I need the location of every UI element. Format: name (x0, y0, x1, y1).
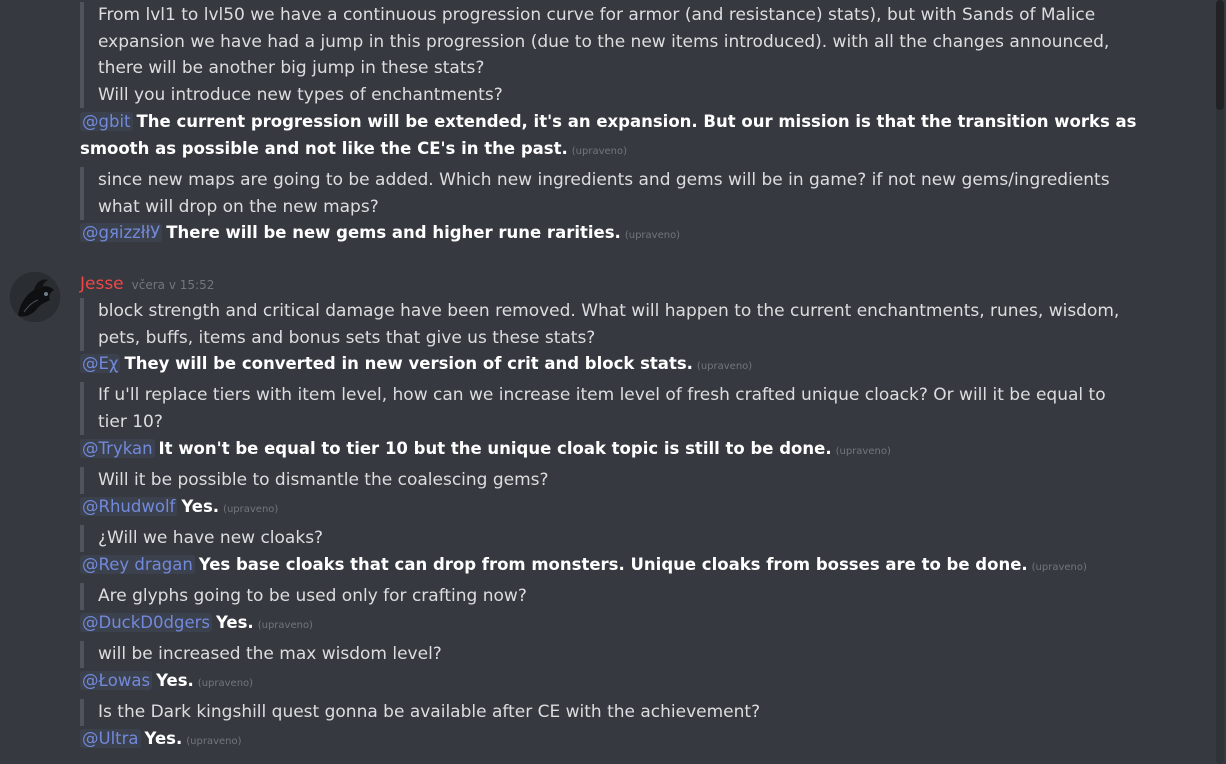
answer-text: They will be converted in new version of… (124, 354, 693, 373)
reply-line: @Ultra Yes. (upraveno) (80, 726, 242, 756)
blockquote: ¿Will we have new cloaks? (80, 525, 323, 552)
answer-text: Yes. (215, 613, 254, 632)
user-mention[interactable]: @gbit (80, 112, 133, 131)
edited-label: (upraveno) (835, 446, 891, 457)
scrollbar-track[interactable] (1216, 0, 1224, 764)
quote-line: Are glyphs going to be used only for cra… (98, 586, 527, 606)
answer-text: Yes. (181, 497, 220, 516)
quote-line: If u'll replace tiers with item level, h… (98, 385, 1106, 405)
answer-text: Yes. (156, 671, 194, 690)
user-avatar[interactable] (10, 272, 60, 322)
scrollbar-thumb[interactable] (1216, 0, 1224, 110)
dark-creature-avatar-icon (10, 272, 60, 322)
blockquote: If u'll replace tiers with item level, h… (80, 382, 1106, 435)
answer-text: It won't be equal to tier 10 but the uni… (158, 439, 832, 458)
answer-text: Yes base cloaks that can drop from monst… (198, 555, 1028, 574)
quote-line: block strength and critical damage have … (98, 301, 1120, 321)
edited-label: (upraveno) (257, 620, 313, 631)
blockquote: Is the Dark kingshill quest gonna be ava… (80, 699, 760, 726)
blockquote: Will it be possible to dismantle the coa… (80, 467, 549, 494)
quote-line: there will be another big jump in these … (98, 58, 485, 78)
reply-line: @Trykan It won't be equal to tier 10 but … (80, 436, 891, 466)
answer-text: Yes. (144, 729, 183, 748)
reply-line: @gяizzłłУ There will be new gems and high… (80, 220, 680, 250)
edited-label: (upraveno) (197, 678, 254, 689)
answer-text: There will be new gems and higher rune r… (166, 223, 621, 242)
reply-line: @Rey dragan Yes base cloaks that can drop… (80, 552, 1087, 582)
message-header: Jesse včera v 15:52 (80, 274, 214, 294)
user-mention[interactable]: @gяizzłłУ (80, 223, 163, 242)
quote-line: Will you introduce new types of enchantm… (98, 84, 503, 105)
quote-line: will be increased the max wisdom level? (98, 644, 442, 664)
quote-line: since new maps are going to be added. Wh… (98, 170, 1110, 190)
quote-line: expansion we have had a jump in this pro… (98, 31, 1110, 52)
user-mention[interactable]: @Ultra (80, 729, 141, 748)
reply-line: @Rhudwolf Yes. (upraveno) (80, 494, 278, 524)
quote-line: From lvl1 to lvl50 we have a continuous … (98, 5, 1096, 25)
reply-line: @Łowas Yes. (upraveno) (80, 668, 253, 698)
quote-line: Is the Dark kingshill quest gonna be ava… (98, 702, 761, 722)
edited-label: (upraveno) (624, 230, 681, 241)
user-mention[interactable]: @Rhudwolf (80, 497, 178, 516)
user-mention[interactable]: @Łowas (80, 671, 153, 690)
author-name[interactable]: Jesse (80, 274, 124, 294)
quote-line: pets, buffs, items and bonus sets that g… (98, 327, 596, 348)
reply-line: @gbit The current progression will be ext… (80, 109, 1180, 165)
message-timestamp: včera v 15:52 (131, 278, 215, 292)
quote-line: ¿Will we have new cloaks? (98, 528, 324, 548)
user-mention[interactable]: @Rey dragan (80, 555, 195, 574)
edited-label: (upraveno) (223, 504, 279, 515)
user-mention[interactable]: @DuckD0dgers (80, 613, 212, 632)
chat-message-list[interactable]: From lvl1 to lvl50 we have a continuous … (0, 0, 1226, 764)
reply-line: @Eχ They will be converted in new version… (80, 351, 752, 381)
blockquote: will be increased the max wisdom level? (80, 641, 442, 668)
edited-label: (upraveno) (571, 145, 628, 157)
user-mention[interactable]: @Trykan (80, 439, 155, 458)
edited-label: (upraveno) (1031, 562, 1087, 573)
quote-line: what will drop on the new maps? (98, 196, 379, 217)
blockquote: From lvl1 to lvl50 we have a continuous … (80, 2, 1109, 108)
quote-line: Will it be possible to dismantle the coa… (98, 470, 549, 490)
edited-label: (upraveno) (186, 736, 242, 747)
user-mention[interactable]: @Eχ (80, 354, 121, 373)
blockquote: block strength and critical damage have … (80, 298, 1119, 351)
reply-line: @DuckD0dgers Yes. (upraveno) (80, 610, 313, 640)
blockquote: since new maps are going to be added. Wh… (80, 167, 1110, 220)
blockquote: Are glyphs going to be used only for cra… (80, 583, 527, 610)
edited-label: (upraveno) (696, 361, 753, 372)
quote-line: tier 10? (98, 411, 163, 432)
